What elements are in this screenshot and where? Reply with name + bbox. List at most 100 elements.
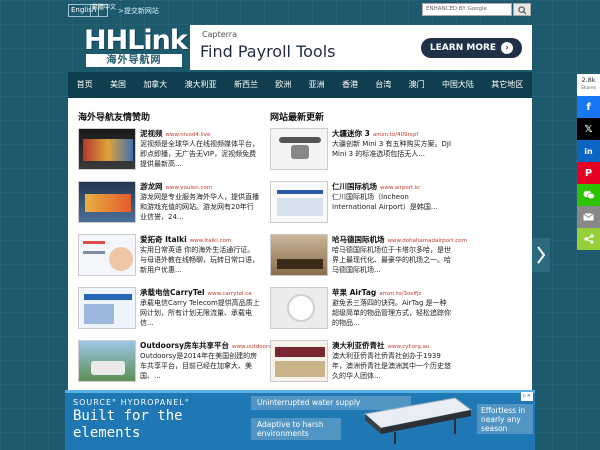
list-item[interactable]: Outdoorsy房车共享平台 www.outdoorsy.com Outdoor…	[78, 340, 287, 390]
entry-title[interactable]: Outdoorsy房车共享平台 www.outdoorsy.com	[140, 340, 287, 351]
search-input[interactable]: ENHANCED BY Google	[422, 3, 512, 16]
share-count: 2.8k Shares	[577, 74, 600, 96]
entry-description: 避免丢三落四的诀窍。AirTag 是一种超级简单的物品管理方式，轻松追踪你的物品…	[332, 299, 451, 327]
language-traditional-chinese-link[interactable]: 繁體中文	[90, 4, 116, 17]
ad-feature-3: Effortless in nearly any season	[477, 404, 533, 434]
entry-url: amzn.to/409rxpf	[372, 132, 419, 138]
entry-title[interactable]: 澳大利亚侨青社 www.cyf.org.au	[332, 340, 429, 351]
entry-title[interactable]: 游龙网 www.youlon.com	[140, 181, 212, 192]
list-item[interactable]: 哈马德国际机场 www.dohahamadairport.com 哈马德国际机场位…	[270, 234, 467, 284]
entry-name: 仁川国际机场	[332, 182, 377, 191]
list-item[interactable]: 仁川国际机场 www.airport.kr 仁川国际机场（Incheon Inte…	[270, 181, 456, 231]
facebook-share-button[interactable]: f	[577, 96, 600, 118]
site-logo[interactable]: HHLink 海外导航网	[84, 25, 188, 67]
entry-description: Outdoorsy是2014年在美国创建的房车共享平台，目前已经在加拿大、美国、…	[140, 352, 258, 380]
entry-url: www.carrytel.ca	[207, 291, 252, 297]
chevron-right-icon	[537, 246, 546, 264]
entry-description: 实用日常英语 你的海外生活通行证。与母语外教在线畅聊，玩转日常口语， 新用户优惠…	[140, 246, 259, 274]
x-share-button[interactable]: 𝕏	[577, 118, 600, 140]
thumbnail-image[interactable]	[78, 287, 136, 329]
nav-item-mainland-china[interactable]: 中国大陆	[433, 72, 482, 98]
entry-name: 哈马德国际机场	[332, 235, 385, 244]
nav-item-canada[interactable]: 加拿大	[135, 72, 176, 98]
thumbnail-image[interactable]	[78, 128, 136, 170]
share-more-button[interactable]	[577, 228, 600, 250]
ad-learn-more-button[interactable]: LEARN MORE ›	[421, 38, 522, 58]
entry-title[interactable]: 大疆迷你 3 amzn.to/409rxpf	[332, 128, 418, 139]
linkedin-icon: in	[584, 146, 593, 156]
submit-site-link[interactable]: >提交新网站	[118, 6, 159, 16]
entry-name: Outdoorsy房车共享平台	[140, 341, 230, 350]
adchoices-icon[interactable]: ▷✕	[521, 392, 533, 401]
pinterest-share-button[interactable]: P	[577, 162, 600, 184]
email-icon	[583, 213, 594, 221]
entry-url: www.italki.com	[189, 238, 232, 244]
ad-headline: Find Payroll Tools	[200, 42, 336, 61]
thumbnail-image[interactable]	[270, 181, 328, 223]
top-bar: English 繁體中文 >提交新网站 ENHANCED BY Google	[0, 0, 600, 20]
linkedin-share-button[interactable]: in	[577, 140, 600, 162]
ad-strip	[65, 390, 535, 393]
share-icon	[583, 234, 594, 244]
top-advertisement[interactable]: Capterra Find Payroll Tools LEARN MORE ›	[190, 25, 532, 70]
sponsors-heading: 海外导航友情赞助	[78, 113, 151, 123]
thumbnail-image[interactable]	[78, 234, 136, 276]
nav-item-home[interactable]: 首页	[68, 72, 101, 98]
nav-item-asia[interactable]: 亚洲	[300, 72, 333, 98]
list-item[interactable]: 承载电信CarryTel www.carrytel.ca 承载电信Carry Te…	[78, 287, 264, 337]
entry-url: amzn.to/3oxifjz	[379, 291, 422, 297]
list-item[interactable]: 泥视频 www.nivod4.live 泥视频是全球华人在线视频媒体平台，即点即播…	[78, 128, 264, 178]
entry-title[interactable]: 苹果 AirTag amzn.to/3oxifjz	[332, 287, 421, 298]
nav-item-other-regions[interactable]: 其它地区	[483, 72, 532, 98]
email-share-button[interactable]	[577, 206, 600, 228]
logo-wordmark: HHLink	[84, 25, 188, 56]
entry-title[interactable]: 承载电信CarryTel www.carrytel.ca	[140, 287, 252, 298]
entry-description: 仁川国际机场（Incheon International Airport）是韩国…	[332, 193, 438, 211]
ad-brand: SOURCE° HYDROPANEL°	[73, 398, 190, 407]
list-item[interactable]: 大疆迷你 3 amzn.to/409rxpf 大疆创新 Mini 3 有五种购买方…	[270, 128, 456, 178]
list-item[interactable]: 澳大利亚侨青社 www.cyf.org.au 澳大利亚侨青社侨青社创办于1939年…	[270, 340, 456, 390]
thumbnail-image[interactable]	[270, 128, 328, 170]
arrow-right-icon: ›	[501, 41, 514, 54]
ad-cta-label: LEARN MORE	[429, 43, 497, 53]
entry-name: 承载电信CarryTel	[140, 288, 205, 297]
share-sidebar: 2.8k Shares f 𝕏 in P	[577, 74, 600, 250]
entry-url: www.nivod4.live	[165, 132, 211, 138]
nav-item-usa[interactable]: 美国	[101, 72, 134, 98]
search-button[interactable]	[513, 3, 531, 16]
thumbnail-image[interactable]	[78, 340, 136, 382]
list-item[interactable]: 苹果 AirTag amzn.to/3oxifjz 避免丢三落四的诀窍。AirTa…	[270, 287, 456, 337]
entry-name: 游龙网	[140, 182, 163, 191]
nav-item-new-zealand[interactable]: 新西兰	[225, 72, 266, 98]
ad-headline: Built for the elements	[73, 408, 183, 441]
nav-item-macau[interactable]: 澳门	[400, 72, 433, 98]
entry-description: 游龙网是专业服务海外华人，提供直播和游戏充值的网站。游龙网有20年行业信誉，24…	[140, 193, 259, 221]
entry-title[interactable]: 爱拓奇 Italki www.italki.com	[140, 234, 231, 245]
nav-item-hong-kong[interactable]: 香港	[333, 72, 366, 98]
list-item[interactable]: 爱拓奇 Italki www.italki.com 实用日常英语 你的海外生活通行…	[78, 234, 264, 284]
wechat-share-button[interactable]	[577, 184, 600, 206]
thumbnail-image[interactable]	[270, 340, 328, 382]
bottom-advertisement[interactable]: ▷✕ SOURCE° HYDROPANEL° Built for the ele…	[65, 390, 535, 450]
next-page-button[interactable]	[532, 238, 550, 272]
list-item[interactable]: 游龙网 www.youlon.com 游龙网是专业服务海外华人，提供直播和游戏充值…	[78, 181, 264, 231]
nav-item-australia[interactable]: 澳大利亚	[176, 72, 225, 98]
entry-description: 哈马德国际机场位于卡塔尔多哈，是世界上最现代化、最豪华的机场之一。哈马德国际机场…	[332, 246, 451, 274]
facebook-icon: f	[586, 101, 591, 113]
entry-title[interactable]: 泥视频 www.nivod4.live	[140, 128, 210, 139]
nav-item-europe[interactable]: 欧洲	[267, 72, 300, 98]
x-icon: 𝕏	[584, 123, 593, 135]
entry-name: 爱拓奇 Italki	[140, 235, 187, 244]
entry-name: 澳大利亚侨青社	[332, 341, 385, 350]
thumbnail-image[interactable]	[270, 287, 328, 329]
pinterest-icon: P	[584, 167, 593, 179]
ad-feature-2: Adaptive to harsh environments	[251, 418, 341, 440]
thumbnail-image[interactable]	[270, 234, 328, 276]
thumbnail-image[interactable]	[78, 181, 136, 223]
nav-item-taiwan[interactable]: 台湾	[367, 72, 400, 98]
search-icon	[518, 6, 527, 15]
entry-title[interactable]: 哈马德国际机场 www.dohahamadairport.com	[332, 234, 467, 245]
entry-description: 澳大利亚侨青社侨青社创办于1939年，澳洲侨青社是澳洲其中一个历史悠久的华人团体…	[332, 352, 451, 380]
ad-brand: Capterra	[202, 30, 237, 39]
entry-title[interactable]: 仁川国际机场 www.airport.kr	[332, 181, 420, 192]
